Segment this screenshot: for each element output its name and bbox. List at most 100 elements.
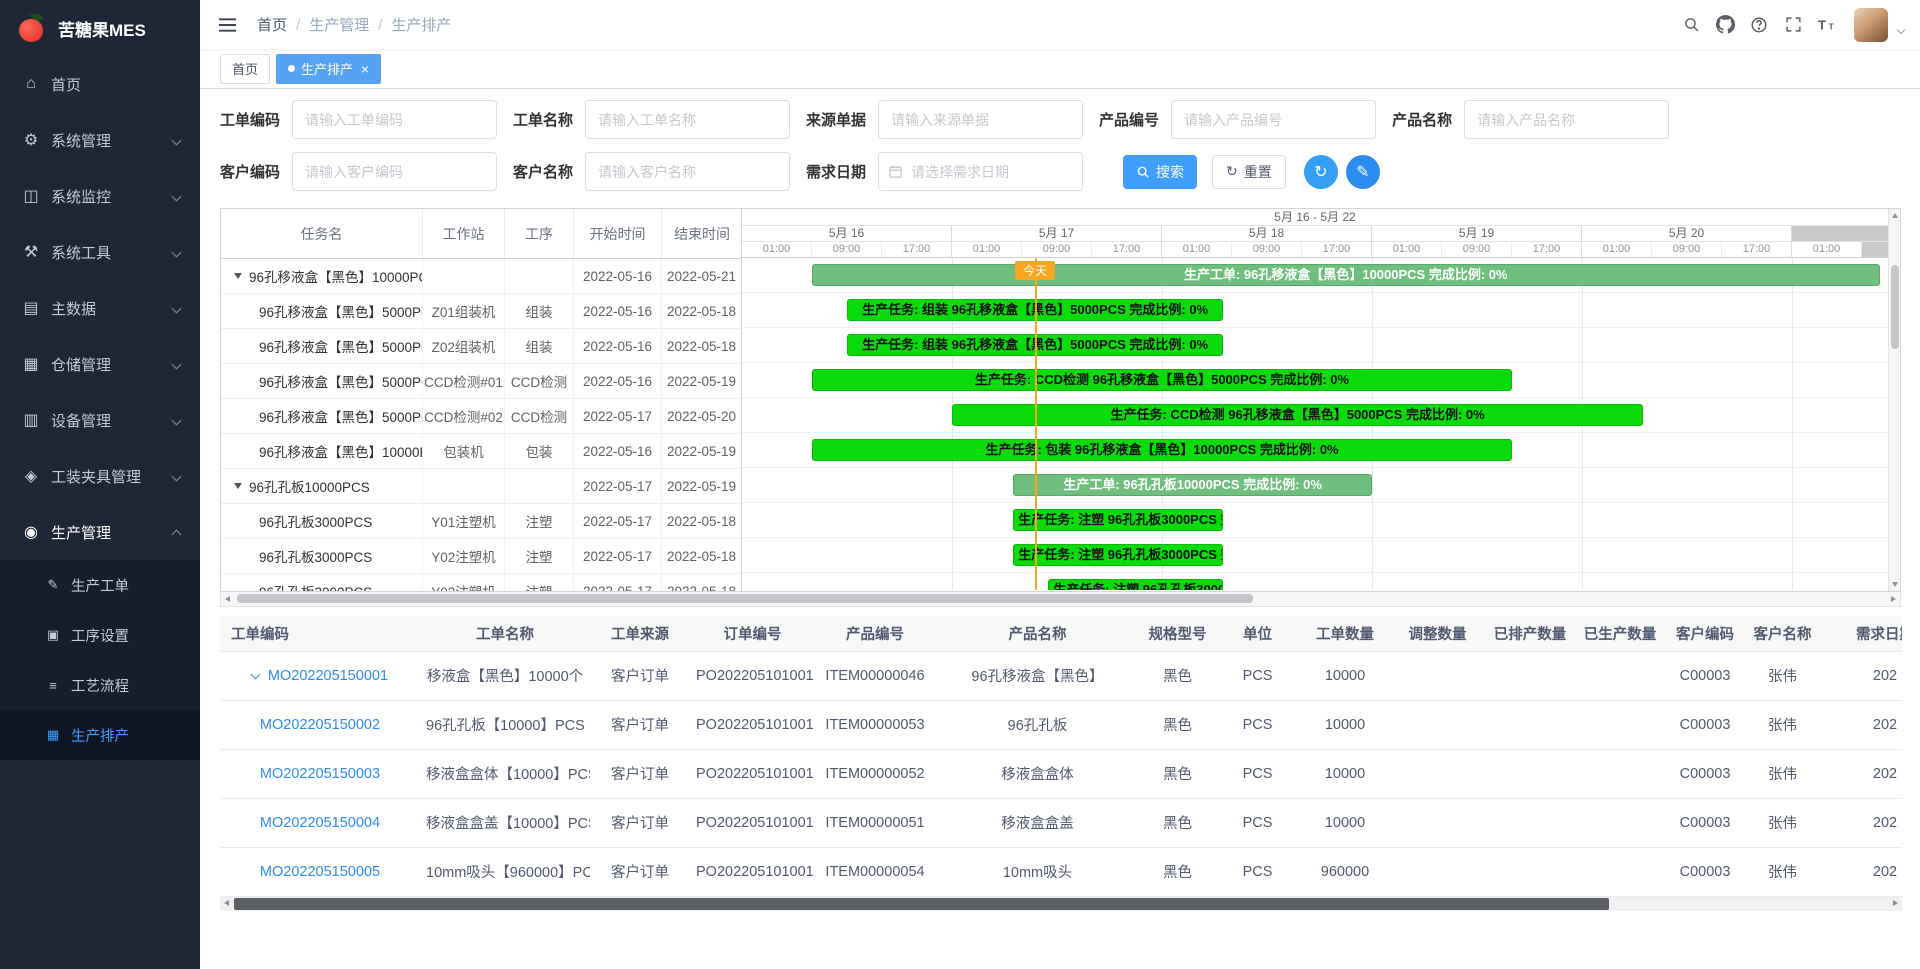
sidebar-item[interactable]: ▦仓储管理 — [0, 336, 200, 392]
breadcrumb-item-scheduling[interactable]: 生产排产 — [369, 14, 451, 35]
cell-qty: 10000 — [1300, 798, 1390, 847]
filter-input[interactable] — [878, 100, 1083, 139]
collapse-arrow-icon[interactable] — [234, 273, 242, 279]
gantt-bar[interactable]: 生产任务: CCD检测 96孔移液盒【黑色】5000PCS 完成比例: 0% — [952, 404, 1643, 426]
collapse-arrow-icon[interactable] — [234, 483, 242, 489]
table-row[interactable]: MO202205150003移液盒盒体【10000】PCS客户订单PO20220… — [220, 749, 1902, 798]
sync-circle-button[interactable]: ↻ — [1304, 155, 1338, 189]
gantt-bar[interactable]: 生产任务: 注塑 96孔孔板3000PCS 完成比例: 0% — [1013, 509, 1223, 531]
gantt-vertical-scrollbar[interactable] — [1888, 209, 1900, 591]
task-process: CCD检测 — [505, 364, 574, 398]
filter-input[interactable] — [585, 152, 790, 191]
filter-input[interactable] — [1464, 100, 1669, 139]
fullscreen-icon[interactable] — [1780, 12, 1806, 38]
tab-close-icon[interactable]: × — [361, 62, 369, 76]
scroll-left-icon[interactable] — [224, 900, 229, 906]
gantt-grid-row[interactable]: 96孔移液盒【黑色】5000PCSZ01组装机组装2022-05-162022-… — [221, 294, 741, 329]
gantt-bar[interactable]: 生产工单: 96孔移液盒【黑色】10000PCS 完成比例: 0% — [812, 264, 1880, 286]
orders-column-header: 需求日期 — [1820, 616, 1902, 651]
gantt-range-label: 5月 16 - 5月 22 — [742, 209, 1888, 226]
filter-input[interactable] — [585, 100, 790, 139]
gantt-bar[interactable]: 生产任务: 注塑 96孔孔板3000PCS 完成比例: 0% — [1048, 579, 1223, 590]
gantt-bar[interactable]: 生产任务: 注塑 96孔孔板3000PCS 完成比例: 0% — [1013, 544, 1223, 566]
vertical-scroll-thumb[interactable] — [1891, 265, 1899, 349]
search-button[interactable]: 搜索 — [1123, 155, 1197, 189]
orders-scroll-thumb[interactable] — [234, 898, 1609, 910]
work-order-link[interactable]: MO202205150001 — [268, 668, 388, 684]
tab-生产排产[interactable]: 生产排产× — [276, 54, 381, 84]
tab-首页[interactable]: 首页 — [220, 54, 270, 84]
breadcrumb-item-production[interactable]: 生产管理 — [287, 14, 369, 35]
scroll-down-icon[interactable] — [1892, 582, 1898, 587]
gantt-bar[interactable]: 生产任务: CCD检测 96孔移液盒【黑色】5000PCS 完成比例: 0% — [812, 369, 1512, 391]
work-order-link[interactable]: MO202205150004 — [260, 815, 380, 831]
font-size-icon[interactable]: TT — [1814, 12, 1840, 38]
gantt-grid-row[interactable]: 96孔移液盒【黑色】5000PCSCCD检测#02CCD检测2022-05-17… — [221, 399, 741, 434]
gantt-grid-row[interactable]: 96孔移液盒【黑色】10000PCS包装机包装2022-05-162022-05… — [221, 434, 741, 469]
sidebar-item[interactable]: ◉生产管理 — [0, 504, 200, 560]
gantt-grid-row[interactable]: 96孔移液盒【黑色】10000PCS2022-05-162022-05-21 — [221, 259, 741, 294]
sidebar-item[interactable]: ⌂首页 — [0, 56, 200, 112]
scroll-left-icon[interactable] — [225, 596, 230, 602]
orders-horizontal-scrollbar[interactable] — [220, 897, 1902, 911]
gantt-hour-cell: 09:00 — [1022, 242, 1092, 257]
sidebar-item[interactable]: ◫系统监控 — [0, 168, 200, 224]
submenu-item[interactable]: ✎生产工单 — [0, 560, 200, 610]
cell-produced_qty — [1575, 749, 1665, 798]
gantt-grid-row[interactable]: 96孔孔板3000PCSY03注塑机注塑2022-05-172022-05-18 — [221, 574, 741, 591]
sidebar-item[interactable]: ⚙系统管理 — [0, 112, 200, 168]
gantt-timeline-body: 生产工单: 96孔移液盒【黑色】10000PCS 完成比例: 0%生产任务: 组… — [742, 258, 1888, 590]
gantt-grid-row[interactable]: 96孔移液盒【黑色】5000PCSZ02组装机组装2022-05-162022-… — [221, 329, 741, 364]
submenu-item[interactable]: ▦生产排产 — [0, 710, 200, 760]
filter-row-2: 客户编码客户名称需求日期搜索↻重置↻✎ — [220, 152, 1920, 191]
submenu-item[interactable]: ▣工序设置 — [0, 610, 200, 660]
work-order-link[interactable]: MO202205150003 — [260, 766, 380, 782]
filter-input[interactable] — [292, 100, 497, 139]
work-order-link[interactable]: MO202205150002 — [260, 717, 380, 733]
date-input[interactable] — [878, 152, 1083, 191]
chevron-down-icon[interactable] — [1897, 25, 1905, 33]
search-icon[interactable] — [1678, 12, 1704, 38]
reset-icon: ↻ — [1226, 163, 1238, 180]
gantt-grid-row[interactable]: 96孔孔板3000PCSY02注塑机注塑2022-05-172022-05-18 — [221, 539, 741, 574]
breadcrumb-item-home[interactable]: 首页 — [257, 14, 287, 35]
gantt-grid-row[interactable]: 96孔移液盒【黑色】5000PCSCCD检测#01CCD检测2022-05-16… — [221, 364, 741, 399]
gantt-grid-row[interactable]: 96孔孔板3000PCSY01注塑机注塑2022-05-172022-05-18 — [221, 504, 741, 539]
gantt-hour-cell: 09:00 — [812, 242, 882, 257]
sidebar-item[interactable]: ◈工装夹具管理 — [0, 448, 200, 504]
expand-row-icon[interactable] — [250, 669, 260, 679]
sidebar-item[interactable]: ⚒系统工具 — [0, 224, 200, 280]
gantt-horizontal-scrollbar[interactable] — [220, 592, 1901, 607]
menu-fold-icon[interactable] — [214, 13, 241, 37]
gantt-timeline-row: 生产工单: 96孔孔板10000PCS 完成比例: 0% — [742, 468, 1888, 503]
github-icon[interactable] — [1712, 12, 1738, 38]
gantt-bar[interactable]: 生产任务: 包装 96孔移液盒【黑色】10000PCS 完成比例: 0% — [812, 439, 1512, 461]
table-row[interactable]: MO20220515000510mm吸头【960000】PCS客户订单PO202… — [220, 847, 1902, 896]
help-icon[interactable] — [1746, 12, 1772, 38]
scroll-right-icon[interactable] — [1893, 900, 1898, 906]
edit-circle-button[interactable]: ✎ — [1346, 155, 1380, 189]
scroll-right-icon[interactable] — [1891, 596, 1896, 602]
cell-qty: 960000 — [1300, 847, 1390, 896]
table-row[interactable]: MO202205150004移液盒盒盖【10000】PCS客户订单PO20220… — [220, 798, 1902, 847]
gantt-hour-cell: 09:00 — [1232, 242, 1302, 257]
task-end: 2022-05-18 — [662, 539, 741, 573]
gantt-hour-cell: 01:00 — [742, 242, 812, 257]
table-row[interactable]: MO202205150001移液盒【黑色】10000个客户订单PO2022051… — [220, 651, 1902, 700]
scroll-up-icon[interactable] — [1892, 213, 1898, 218]
sidebar-item[interactable]: ▥设备管理 — [0, 392, 200, 448]
work-order-link[interactable]: MO202205150005 — [260, 864, 380, 880]
horizontal-scroll-thumb[interactable] — [237, 594, 1253, 603]
table-row[interactable]: MO20220515000296孔孔板【10000】PCS客户订单PO20220… — [220, 700, 1902, 749]
gantt-column-header: 任务名 — [221, 209, 423, 258]
gantt-bar[interactable]: 生产工单: 96孔孔板10000PCS 完成比例: 0% — [1013, 474, 1372, 496]
filter-label: 需求日期 — [806, 161, 866, 182]
submenu-item[interactable]: ≡工艺流程 — [0, 660, 200, 710]
filter-input[interactable] — [1171, 100, 1376, 139]
gantt-grid-row[interactable]: 96孔孔板10000PCS2022-05-172022-05-19 — [221, 469, 741, 504]
filter-input[interactable] — [292, 152, 497, 191]
reset-button[interactable]: ↻重置 — [1212, 155, 1286, 189]
avatar[interactable] — [1854, 8, 1888, 42]
scheduling-icon: ▦ — [44, 727, 62, 743]
sidebar-item[interactable]: ▤主数据 — [0, 280, 200, 336]
